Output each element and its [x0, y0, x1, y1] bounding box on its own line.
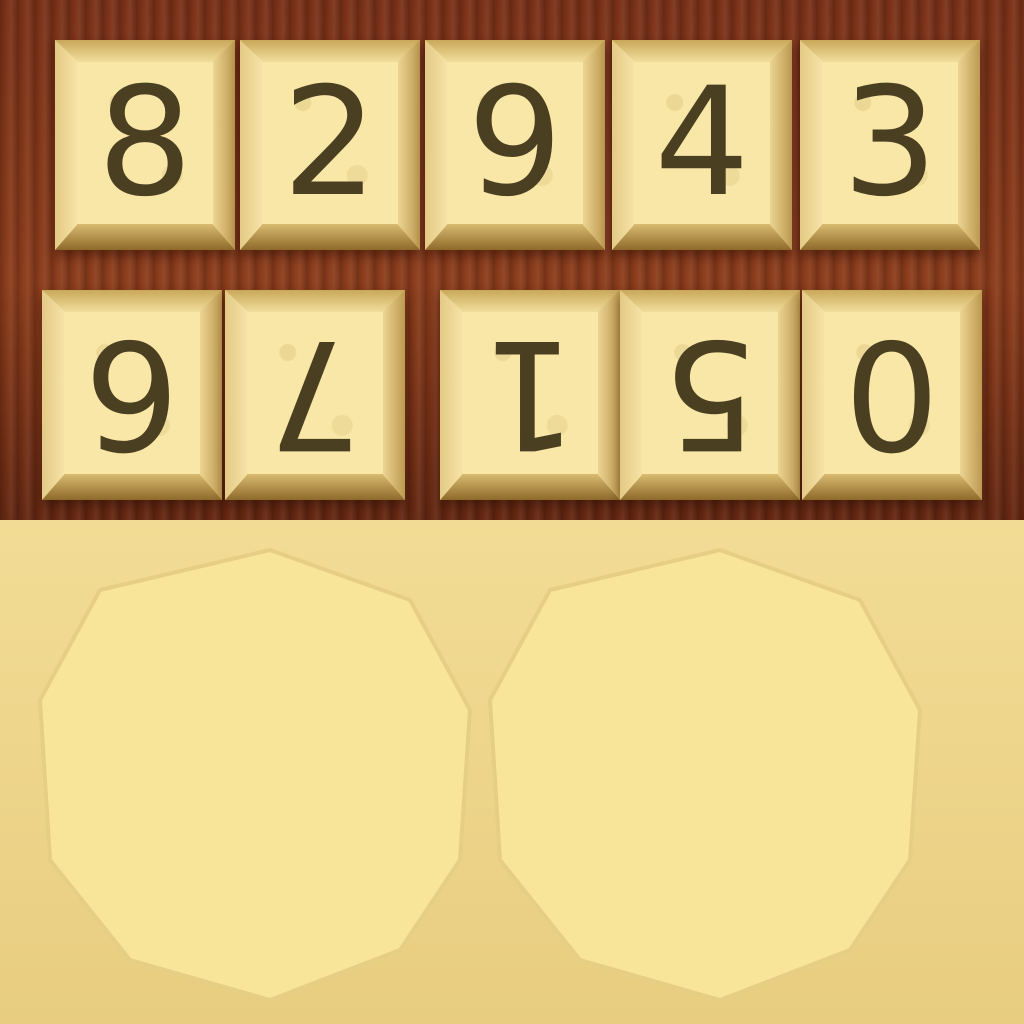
tile-digit: 6	[84, 306, 180, 480]
left-disc[interactable]	[20, 530, 500, 1010]
tile-5[interactable]: 3	[800, 40, 980, 250]
tile-7[interactable]: 7	[225, 290, 405, 500]
right-disc[interactable]	[470, 530, 950, 1010]
tile-8[interactable]: 1	[440, 290, 620, 500]
tile-digit: 5	[662, 306, 758, 480]
tile-digit: 1	[482, 306, 578, 480]
tile-digit: 7	[267, 306, 363, 480]
tile-9[interactable]: 5	[620, 290, 800, 500]
tile-4[interactable]: 4	[612, 40, 792, 250]
tile-digit: 3	[842, 56, 938, 230]
tile-digit: 9	[467, 56, 563, 230]
tile-digit: 0	[844, 306, 940, 480]
tile-1[interactable]: 8	[55, 40, 235, 250]
tile-6[interactable]: 6	[42, 290, 222, 500]
tile-digit: 4	[654, 56, 750, 230]
tile-digit: 2	[282, 56, 378, 230]
tile-10[interactable]: 0	[802, 290, 982, 500]
tile-3[interactable]: 9	[425, 40, 605, 250]
tile-2[interactable]: 2	[240, 40, 420, 250]
tile-digit: 8	[97, 56, 193, 230]
